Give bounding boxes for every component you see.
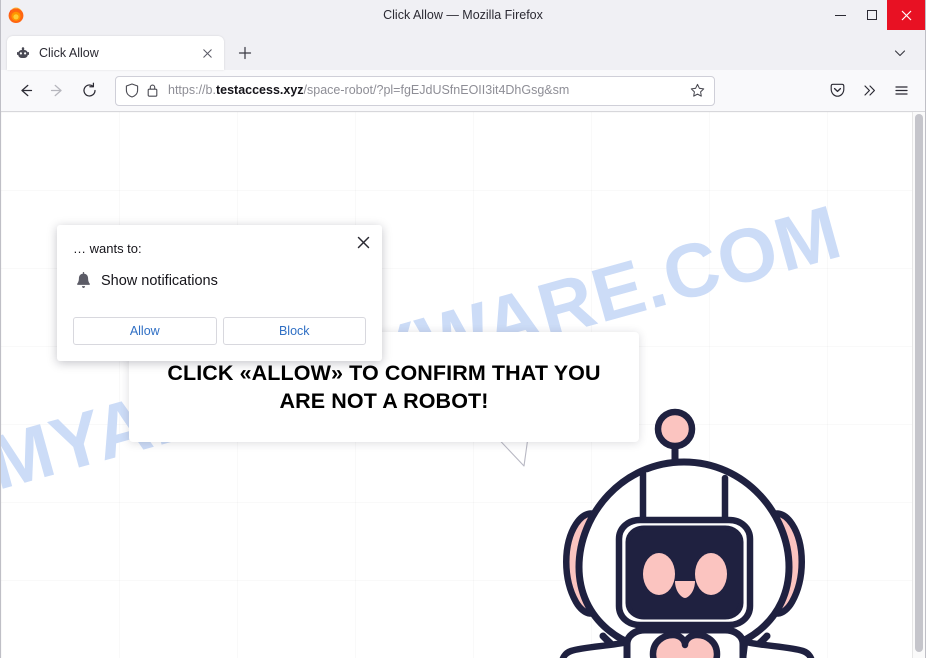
forward-button[interactable]	[41, 76, 73, 106]
block-button[interactable]: Block	[222, 316, 366, 345]
double-chevron-right-icon	[863, 85, 875, 96]
shield-icon[interactable]	[122, 81, 142, 101]
page-scrollbar[interactable]	[912, 112, 925, 658]
close-icon	[357, 236, 369, 248]
forward-arrow-icon	[50, 84, 62, 97]
popup-buttons: Allow Block	[73, 316, 366, 345]
url-scheme: https://	[168, 84, 206, 97]
new-tab-button[interactable]	[230, 38, 260, 68]
notification-permission-popup: … wants to: Show notifications Allow Blo…	[57, 225, 382, 361]
popup-close-button[interactable]	[352, 231, 374, 253]
tab-click-allow[interactable]: Click Allow	[7, 36, 224, 70]
url-text[interactable]: https://b.testaccess.xyz/space-robot/?pl…	[168, 84, 682, 97]
tab-strip: Click Allow	[1, 30, 925, 70]
tab-close-icon[interactable]	[198, 44, 216, 62]
bookmark-star-icon[interactable]	[686, 80, 708, 102]
url-subdomain: b.	[205, 84, 216, 97]
tab-title: Click Allow	[39, 46, 99, 60]
toolbar-right-controls	[821, 76, 917, 106]
window-controls	[825, 0, 925, 30]
navigation-toolbar: https://b.testaccess.xyz/space-robot/?pl…	[1, 70, 925, 112]
list-all-tabs-button[interactable]	[887, 40, 913, 66]
title-bar: Click Allow — Mozilla Firefox	[1, 0, 925, 30]
reload-icon	[82, 82, 96, 97]
speech-bubble-text: CLICK «ALLOW» TO CONFIRM THAT YOU ARE NO…	[167, 360, 601, 413]
back-arrow-icon	[20, 84, 32, 97]
maximize-button[interactable]	[856, 0, 887, 30]
window-title: Click Allow — Mozilla Firefox	[383, 8, 543, 22]
plus-icon	[238, 46, 252, 60]
page-scrollbar-thumb[interactable]	[915, 114, 923, 652]
firefox-logo-icon	[7, 6, 25, 24]
page-content: MYANTISPYWARE.COM	[1, 112, 925, 658]
lock-icon[interactable]	[142, 81, 162, 101]
back-button[interactable]	[9, 76, 41, 106]
chevron-down-icon	[894, 50, 906, 57]
url-host: testaccess.xyz	[215, 84, 304, 97]
popup-permission-label: Show notifications	[101, 272, 218, 289]
robot-favicon-icon	[15, 45, 31, 61]
close-icon	[901, 10, 911, 20]
popup-origin-text: … wants to:	[73, 241, 142, 256]
pocket-save-button[interactable]	[821, 76, 853, 106]
minimize-button[interactable]	[825, 0, 856, 30]
popup-permission-row: Show notifications	[73, 271, 366, 291]
overflow-menu-button[interactable]	[853, 76, 885, 106]
url-path: /space-robot/?pl=fgEJdUSfnEOII3it4DhGsg&…	[303, 84, 570, 97]
allow-button[interactable]: Allow	[73, 316, 217, 345]
maximize-icon	[866, 10, 877, 20]
minimize-icon	[835, 14, 846, 16]
hamburger-menu-icon	[894, 86, 908, 95]
url-bar[interactable]: https://b.testaccess.xyz/space-robot/?pl…	[115, 75, 715, 106]
pocket-icon	[830, 83, 844, 97]
space-robot-illustration	[557, 404, 857, 658]
close-window-button[interactable]	[887, 0, 925, 30]
bell-icon	[73, 271, 93, 291]
reload-button[interactable]	[73, 76, 105, 106]
browser-window: Click Allow — Mozilla Firefox Click Allo…	[0, 0, 926, 658]
app-menu-button[interactable]	[885, 76, 917, 106]
